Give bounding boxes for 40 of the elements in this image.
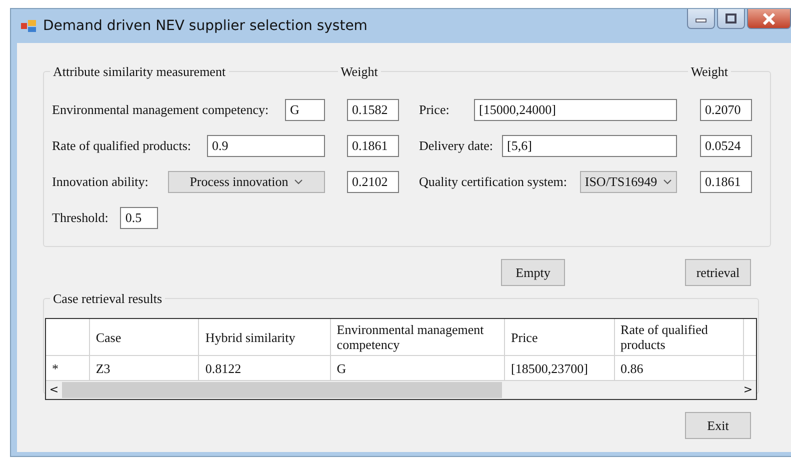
weight-field[interactable]: 0.2070 [700,99,752,121]
weight-field[interactable]: 0.0524 [700,135,752,157]
weight-field[interactable]: 0.1861 [700,171,752,193]
app-icon [21,19,37,33]
scroll-left-button[interactable]: < [46,382,62,398]
input-field[interactable]: G [285,99,325,121]
minimize-button[interactable] [687,9,715,29]
input-field[interactable]: [15000,24000] [474,99,677,121]
field-label: Rate of qualified products: [52,137,191,156]
caret-icon [663,179,672,185]
field-label: Delivery date: [419,137,493,156]
maximize-button[interactable] [717,9,745,29]
weight-field[interactable]: 0.1861 [347,135,399,157]
field-label: Price: [419,101,450,120]
close-icon [762,12,776,24]
field-label: Environmental management competency: [52,101,269,120]
close-button[interactable] [747,9,791,29]
weight-field[interactable]: 0.1582 [347,99,399,121]
retrieval-button[interactable]: retrieval [685,259,751,286]
dropdown[interactable]: Process innovation [168,171,325,193]
table-cell: G [330,356,506,381]
dropdown[interactable]: ISO/TS16949 [580,171,677,193]
caret-icon [294,179,304,185]
exit-button[interactable]: Exit [685,412,751,439]
table-cell: 0.86 [614,356,744,381]
input-field[interactable]: 0.9 [207,135,325,157]
table-cell: Z3 [90,356,200,381]
empty-button[interactable]: Empty [501,259,565,286]
scroll-right-button[interactable]: > [740,382,756,398]
field-label: Innovation ability: [52,173,148,192]
table-cell: [18500,23700] [505,356,615,381]
table-cell: 0.8122 [199,356,331,381]
scrollbar-thumb[interactable] [62,382,502,398]
input-field[interactable]: [5,6] [502,135,677,157]
field-label: Threshold: [52,209,108,228]
window-title: Demand driven NEV supplier selection system [43,16,368,36]
field-label: Quality certification system: [419,173,568,192]
maximize-icon [725,13,737,24]
input-field[interactable]: 0.5 [120,207,158,229]
weight-field[interactable]: 0.2102 [347,171,399,193]
